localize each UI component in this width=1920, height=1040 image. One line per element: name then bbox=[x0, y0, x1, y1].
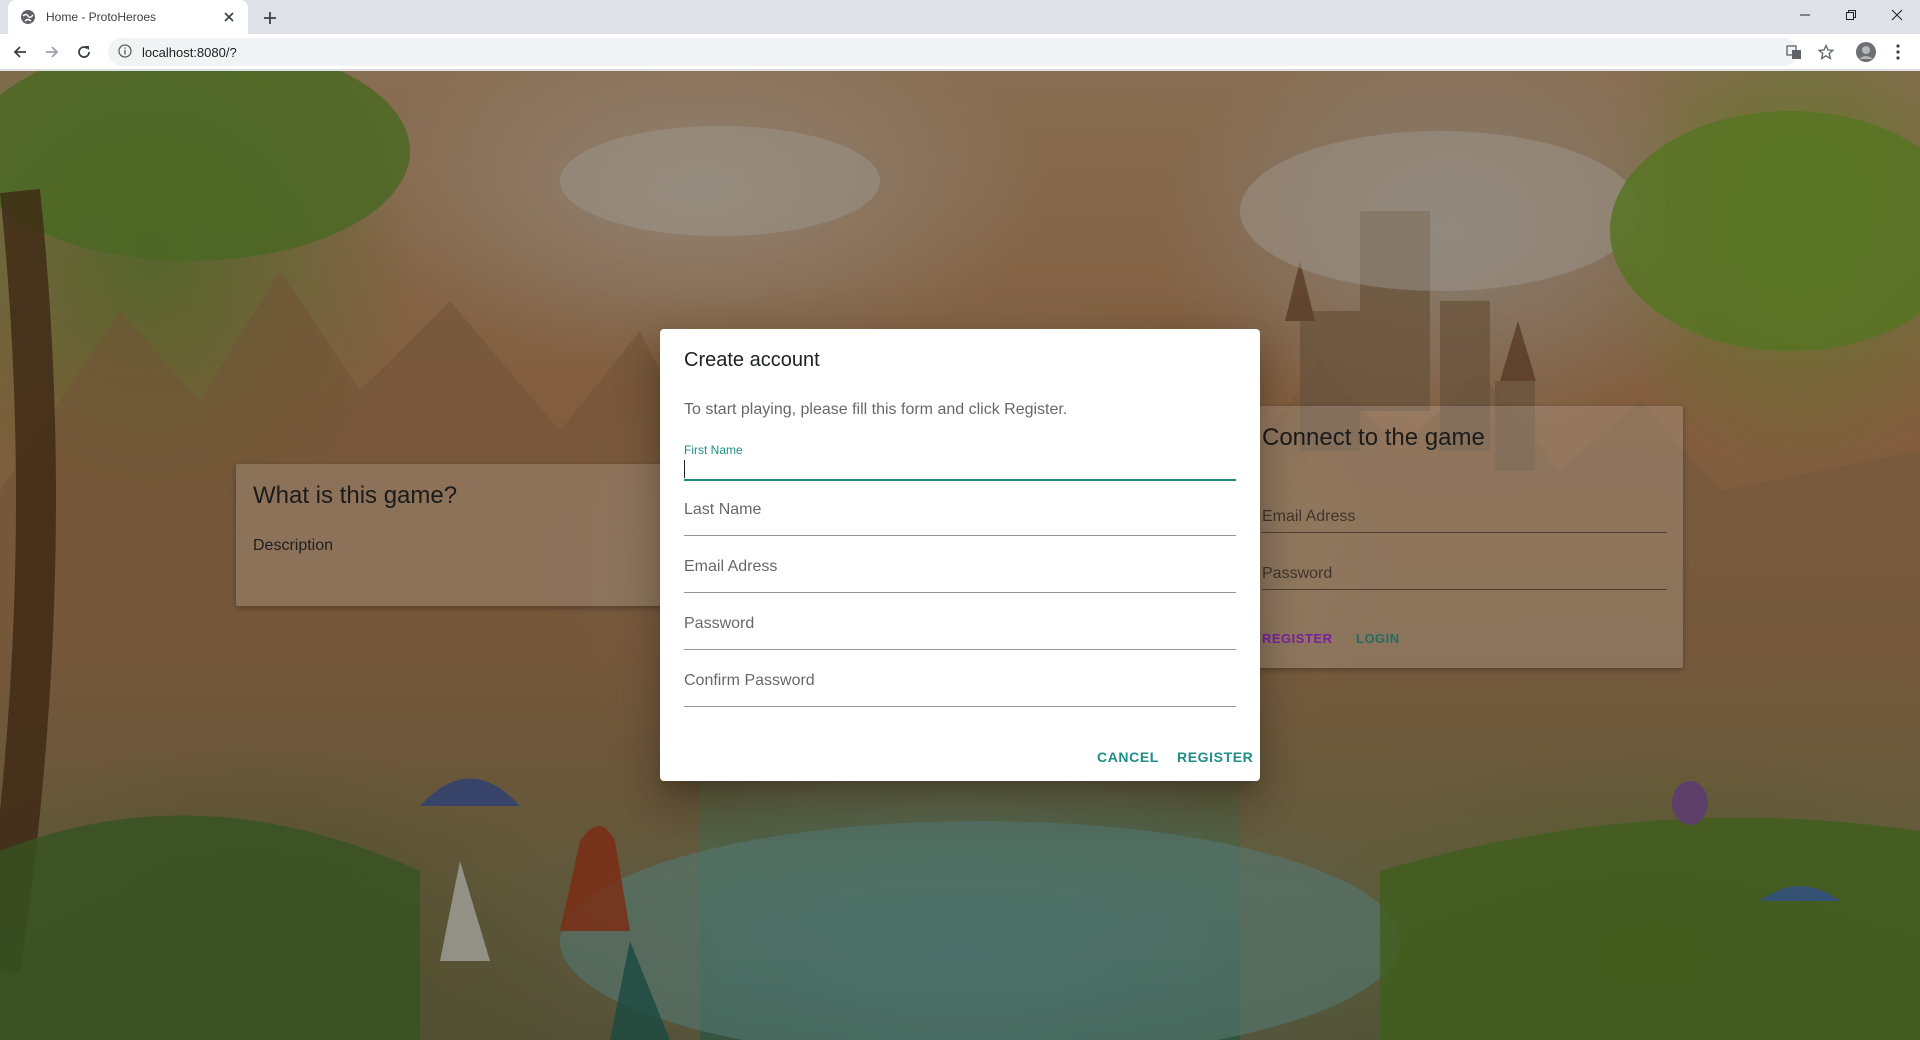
password-field[interactable]: Password bbox=[684, 615, 1236, 655]
password-underline bbox=[684, 649, 1236, 650]
reload-icon[interactable] bbox=[70, 38, 98, 66]
browser-tab[interactable]: Home - ProtoHeroes bbox=[8, 0, 248, 34]
email-label: Email Adress bbox=[684, 558, 778, 575]
login-card: Connect to the game Email Adress Passwor… bbox=[1245, 406, 1683, 668]
login-email-field[interactable]: Email Adress bbox=[1262, 508, 1667, 533]
login-password-field[interactable]: Password bbox=[1262, 565, 1667, 590]
browser-toolbar: localhost:8080/? bbox=[0, 34, 1920, 70]
forward-icon[interactable] bbox=[38, 38, 66, 66]
url-text: localhost:8080/? bbox=[142, 44, 237, 60]
minimize-icon[interactable] bbox=[1782, 0, 1828, 30]
confirm-password-label: Confirm Password bbox=[684, 672, 815, 689]
last-name-underline bbox=[684, 535, 1236, 536]
register-button[interactable]: REGISTER bbox=[1177, 749, 1253, 765]
info-icon[interactable] bbox=[118, 44, 134, 60]
last-name-label: Last Name bbox=[684, 501, 762, 518]
restore-icon[interactable] bbox=[1828, 0, 1874, 30]
first-name-field[interactable]: First Name bbox=[684, 443, 1236, 483]
create-account-dialog: Create account To start playing, please … bbox=[660, 329, 1260, 781]
last-name-field[interactable]: Last Name bbox=[684, 501, 1236, 541]
login-card-register-button[interactable]: REGISTER bbox=[1262, 631, 1332, 646]
window-close-icon[interactable] bbox=[1874, 0, 1920, 30]
cancel-button[interactable]: CANCEL bbox=[1097, 749, 1159, 765]
login-button[interactable]: LOGIN bbox=[1356, 631, 1400, 646]
info-card-description: Description bbox=[253, 537, 334, 554]
avatar[interactable] bbox=[1852, 38, 1880, 66]
confirm-password-underline bbox=[684, 706, 1236, 707]
dialog-title: Create account bbox=[684, 349, 820, 371]
text-caret bbox=[684, 460, 685, 478]
bookmark-star-icon[interactable] bbox=[1812, 38, 1840, 66]
info-card-title: What is this game? bbox=[253, 482, 458, 509]
dialog-text: To start playing, please fill this form … bbox=[684, 401, 1068, 418]
info-card: What is this game? Description bbox=[236, 464, 676, 606]
confirm-password-field[interactable]: Confirm Password bbox=[684, 672, 1236, 712]
email-field[interactable]: Email Adress bbox=[684, 558, 1236, 598]
password-label: Password bbox=[684, 615, 755, 632]
email-underline bbox=[684, 592, 1236, 593]
back-icon[interactable] bbox=[6, 38, 34, 66]
tab-strip: Home - ProtoHeroes bbox=[0, 0, 1920, 34]
globe-icon bbox=[20, 9, 36, 25]
login-email-label: Email Adress bbox=[1262, 508, 1356, 525]
translate-icon[interactable] bbox=[1780, 38, 1808, 66]
close-icon[interactable] bbox=[220, 8, 238, 26]
address-bar[interactable]: localhost:8080/? bbox=[108, 38, 1798, 66]
page-viewport: What is this game? Description Connect t… bbox=[0, 71, 1920, 1040]
new-tab-icon[interactable] bbox=[258, 6, 282, 30]
menu-icon[interactable] bbox=[1884, 38, 1912, 66]
tab-title: Home - ProtoHeroes bbox=[46, 10, 157, 24]
login-password-label: Password bbox=[1262, 565, 1333, 582]
first-name-underline bbox=[684, 479, 1236, 481]
first-name-label: First Name bbox=[684, 443, 743, 457]
login-card-title: Connect to the game bbox=[1262, 424, 1485, 451]
